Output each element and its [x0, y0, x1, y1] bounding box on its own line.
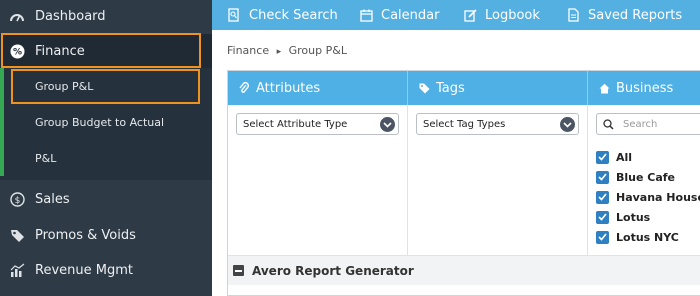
business-item-lotus-nyc[interactable]: Lotus NYC: [596, 227, 700, 247]
paperclip-icon: [238, 82, 250, 94]
checkbox-checked-icon[interactable]: [596, 210, 609, 224]
tag-type-value: Select Tag Types: [423, 118, 506, 130]
edit-icon: [463, 8, 477, 22]
active-indicator: [0, 104, 4, 140]
home-icon: [598, 82, 610, 94]
top-toolbar: Check Search Calendar Logbook Saved Repo…: [212, 0, 700, 30]
attributes-header: Attributes: [228, 71, 408, 105]
main-content: Finance ▸ Group P&L Attributes Tags Busi…: [212, 30, 700, 296]
calendar-icon: [359, 8, 373, 22]
tag-icon: [9, 227, 25, 243]
logbook-link[interactable]: Logbook: [463, 0, 540, 30]
saved-reports-link[interactable]: Saved Reports: [566, 0, 682, 30]
report-filter-panel: Attributes Tags Business Select Attribut…: [227, 70, 700, 296]
checkbox-checked-icon[interactable]: [596, 150, 609, 164]
dollar-icon: $: [9, 191, 25, 207]
submenu-item-label: Group Budget to Actual: [35, 115, 165, 129]
chevron-down-icon: [560, 117, 575, 132]
collapse-icon[interactable]: [233, 265, 244, 276]
business-list: All Blue Cafe Havana House Lotus Lotus N…: [596, 147, 700, 247]
submenu-item-group-budget-to-actual[interactable]: Group Budget to Actual: [0, 104, 212, 140]
breadcrumb-separator: ▸: [276, 47, 282, 57]
business-item-label: Havana House: [616, 190, 700, 204]
sidebar-item-label: Dashboard: [35, 8, 106, 24]
calendar-link[interactable]: Calendar: [359, 0, 439, 30]
tag-type-select[interactable]: Select Tag Types: [416, 113, 579, 135]
submenu-item-label: P&L: [35, 151, 57, 165]
search-placeholder: Search: [623, 118, 658, 130]
attributes-column: Select Attribute Type: [228, 105, 408, 255]
document-icon: [566, 8, 580, 22]
breadcrumb-item-finance[interactable]: Finance: [227, 44, 269, 57]
business-title: Business: [616, 80, 674, 96]
svg-text:$: $: [14, 196, 20, 206]
business-column: Search All Blue Cafe Havana House Lotus: [588, 105, 700, 255]
sidebar-item-promos-voids[interactable]: Promos & Voids: [0, 218, 212, 252]
calendar-label: Calendar: [381, 7, 440, 23]
percent-icon: %: [9, 43, 25, 59]
attribute-type-value: Select Attribute Type: [243, 118, 348, 130]
breadcrumb: Finance ▸ Group P&L: [227, 44, 351, 57]
tag-icon: [418, 82, 430, 94]
check-search-link[interactable]: Check Search: [227, 0, 338, 30]
report-generator-title: Avero Report Generator: [252, 263, 414, 278]
tags-header: Tags: [408, 71, 588, 105]
business-item-label: Lotus NYC: [616, 230, 679, 244]
sidebar-item-label: Revenue Mgmt: [35, 262, 133, 278]
report-generator-bar[interactable]: Avero Report Generator: [228, 255, 700, 285]
chevron-down-icon: [380, 117, 395, 132]
check-search-label: Check Search: [249, 7, 338, 23]
sidebar-item-label: Promos & Voids: [35, 227, 136, 243]
tags-column: Select Tag Types: [408, 105, 588, 255]
attribute-type-select[interactable]: Select Attribute Type: [236, 113, 399, 135]
sidebar-item-finance[interactable]: % Finance: [0, 34, 212, 68]
business-item-blue-cafe[interactable]: Blue Cafe: [596, 167, 700, 187]
search-icon: [603, 118, 615, 130]
checkbox-checked-icon[interactable]: [596, 230, 609, 244]
sidebar-item-revenue-mgmt[interactable]: Revenue Mgmt: [0, 253, 212, 287]
logbook-label: Logbook: [485, 7, 540, 23]
business-item-lotus[interactable]: Lotus: [596, 207, 700, 227]
checkbox-checked-icon[interactable]: [596, 170, 609, 184]
business-item-havana-house[interactable]: Havana House: [596, 187, 700, 207]
active-indicator: [0, 68, 4, 104]
business-item-label: Lotus: [616, 210, 651, 224]
business-item-label: Blue Cafe: [616, 170, 676, 184]
breadcrumb-item-group-pl: Group P&L: [288, 44, 347, 57]
tags-title: Tags: [436, 80, 465, 96]
finance-submenu: Group P&L Group Budget to Actual P&L: [0, 68, 212, 180]
sidebar-item-label: Sales: [35, 191, 70, 207]
business-search-input[interactable]: Search: [596, 113, 700, 135]
document-search-icon: [227, 8, 241, 22]
sidebar: Dashboard % Finance Group P&L Group Budg…: [0, 0, 212, 296]
saved-reports-label: Saved Reports: [588, 7, 683, 23]
business-item-label: All: [616, 150, 633, 164]
sidebar-item-dashboard[interactable]: Dashboard: [0, 0, 212, 32]
bar-chart-icon: [9, 262, 25, 278]
business-header: Business: [588, 71, 700, 105]
checkbox-checked-icon[interactable]: [596, 190, 609, 204]
submenu-item-group-pl[interactable]: Group P&L: [0, 68, 212, 104]
svg-text:%: %: [12, 47, 21, 57]
sidebar-item-sales[interactable]: $ Sales: [0, 182, 212, 216]
active-indicator: [0, 140, 4, 176]
attributes-title: Attributes: [256, 80, 321, 96]
submenu-item-pl[interactable]: P&L: [0, 140, 212, 176]
dashboard-icon: [9, 8, 25, 24]
submenu-item-label: Group P&L: [35, 79, 94, 93]
business-item-all[interactable]: All: [596, 147, 700, 167]
sidebar-item-label: Finance: [35, 43, 85, 59]
